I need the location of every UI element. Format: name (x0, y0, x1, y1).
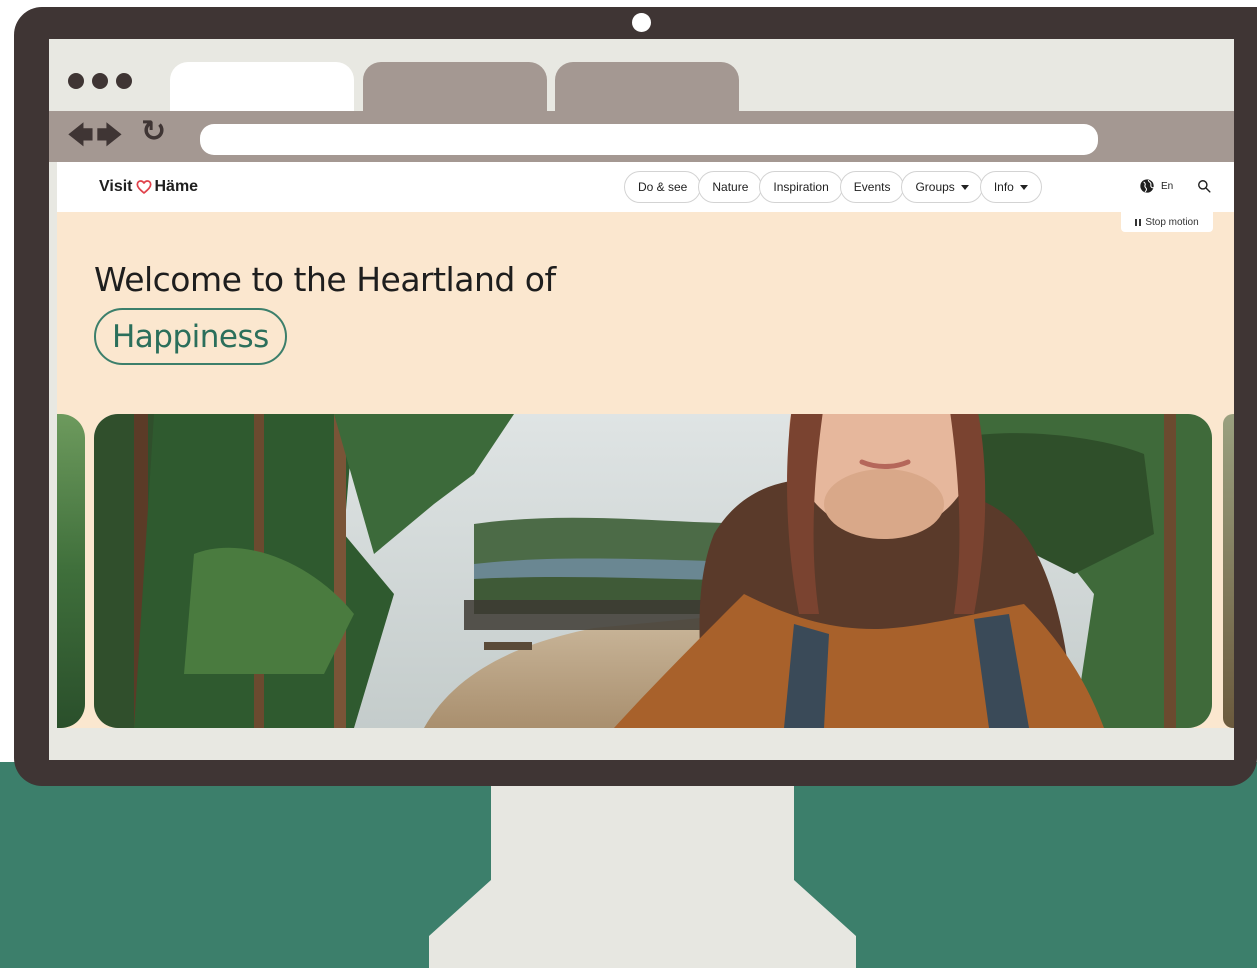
browser-tab[interactable] (555, 62, 739, 112)
caret-down-icon (960, 184, 969, 190)
window-dot[interactable] (68, 73, 84, 89)
forward-arrow-icon[interactable]: 🡆 (96, 121, 123, 151)
website-viewport: Visit Häme Do & see Nature Inspiration E… (57, 162, 1234, 728)
main-nav: Do & see Nature Inspiration Events Group… (624, 171, 1042, 203)
logo-suffix: Häme (154, 178, 199, 195)
reload-icon[interactable]: ↻ (141, 117, 166, 147)
browser-tab[interactable] (363, 62, 547, 112)
browser-bottom-strip (49, 728, 1234, 760)
site-header: Visit Häme Do & see Nature Inspiration E… (57, 162, 1234, 212)
globe-icon (1140, 179, 1155, 193)
nav-label: Inspiration (773, 180, 829, 194)
language-label: En (1161, 180, 1174, 192)
nav-label: Info (993, 180, 1014, 194)
address-bar: 🡄 🡆 ↻ (49, 111, 1234, 162)
back-arrow-icon[interactable]: 🡄 (67, 121, 94, 151)
nav-item-events[interactable]: Events (839, 171, 905, 203)
logo-prefix: Visit (99, 178, 133, 195)
nav-item-info[interactable]: Info (979, 171, 1042, 203)
stop-motion-button[interactable]: Stop motion (1121, 212, 1213, 232)
browser-tab-active[interactable] (170, 62, 354, 112)
monitor-bezel: 🡄 🡆 ↻ Visit Häme Do & see Nature Inspira… (14, 7, 1257, 786)
browser-window: 🡄 🡆 ↻ Visit Häme Do & see Nature Inspira… (49, 39, 1234, 760)
nav-label: Nature (712, 180, 749, 194)
camera-dot (632, 13, 651, 32)
nav-item-do-and-see[interactable]: Do & see (624, 171, 702, 203)
hero-headline: Welcome to the Heartland of (94, 260, 556, 299)
nav-item-groups[interactable]: Groups (901, 171, 983, 203)
nav-label: Do & see (638, 180, 688, 194)
hero-highlight-pill: Happiness (94, 308, 287, 365)
hero-photo-lake-view (94, 414, 1212, 728)
nav-label: Events (853, 180, 891, 194)
monitor-stand (429, 780, 856, 968)
site-logo[interactable]: Visit Häme (99, 178, 198, 196)
heart-icon (135, 180, 152, 194)
nav-label: Groups (915, 180, 955, 194)
stop-motion-label: Stop motion (1145, 216, 1199, 228)
nav-item-nature[interactable]: Nature (698, 171, 763, 203)
caret-down-icon (1019, 184, 1028, 190)
url-input[interactable] (200, 124, 1098, 155)
carousel-photo-next[interactable] (1223, 414, 1234, 728)
nav-item-inspiration[interactable]: Inspiration (759, 171, 843, 203)
window-dot[interactable] (92, 73, 108, 89)
lake-landscape-image (94, 414, 1212, 728)
pause-icon (1135, 218, 1142, 226)
carousel-photo-prev[interactable] (57, 414, 85, 728)
window-controls (68, 73, 132, 89)
language-switcher[interactable]: En (1139, 178, 1173, 194)
window-dot[interactable] (116, 73, 132, 89)
search-icon[interactable] (1197, 179, 1211, 193)
